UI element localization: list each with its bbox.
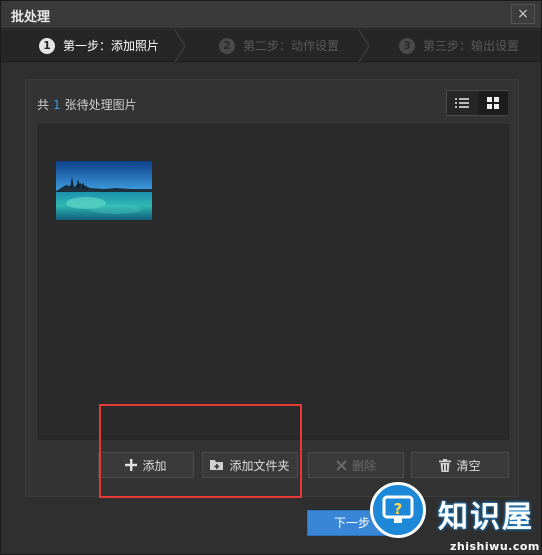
plus-icon — [125, 459, 138, 471]
window-title: 批处理 — [11, 10, 51, 25]
count-prefix: 共 — [37, 98, 50, 112]
watermark-url: zhishiwu.com — [450, 540, 540, 553]
x-icon — [336, 459, 347, 471]
add-button-label: 添加 — [142, 458, 167, 473]
step-2-number: 2 — [219, 37, 235, 54]
svg-text:?: ? — [394, 500, 403, 518]
step-indicator: 1 第一步：添加照片 2 第二步：动作设置 3 第三步：输出设置 — [1, 30, 541, 62]
batch-process-window: 批处理 × 1 第一步：添加照片 2 第二步：动作设置 3 第三步：输出设置 共 1 张待… — [0, 0, 542, 555]
next-step-button-label: 下一步 — [334, 516, 371, 530]
add-folder-button-label: 添加文件夹 — [229, 458, 290, 473]
title-bar: 批处理 × — [1, 1, 541, 29]
step-1: 1 第一步：添加照片 — [39, 30, 159, 62]
add-folder-icon — [210, 459, 224, 471]
step-separator-chevron-icon — [174, 30, 186, 62]
step-2: 2 第二步：动作设置 — [219, 30, 339, 62]
step-1-label: 第一步：添加照片 — [63, 39, 160, 53]
watermark-logo-icon: ? — [370, 482, 426, 538]
list-view-icon — [455, 98, 469, 108]
lake-landscape-photo — [56, 161, 152, 220]
photo-list-panel: 共 1 张待处理图片 添加 添加文件夹 删除 清空 — [25, 79, 519, 497]
close-icon: × — [517, 6, 529, 22]
step-3: 3 第三步：输出设置 — [399, 30, 519, 62]
step-2-label: 第二步：动作设置 — [243, 39, 340, 53]
watermark: ? 知识屋 zhishiwu.com — [366, 470, 542, 555]
step-1-number: 1 — [39, 37, 55, 54]
close-button[interactable]: × — [511, 4, 535, 24]
step-3-label: 第三步：输出设置 — [423, 39, 520, 53]
add-folder-button[interactable]: 添加文件夹 — [202, 452, 298, 478]
watermark-brand: 知识屋 — [438, 500, 534, 535]
image-thumbnail[interactable] — [56, 161, 152, 220]
count-suffix: 张待处理图片 — [64, 98, 137, 112]
add-button[interactable]: 添加 — [98, 452, 194, 478]
view-mode-toggle — [446, 90, 508, 116]
grid-view-icon — [487, 97, 499, 109]
list-view-button[interactable] — [447, 91, 477, 115]
step-separator-chevron-icon — [358, 30, 370, 62]
count-number: 1 — [53, 98, 61, 112]
image-thumbnail-area — [38, 124, 509, 440]
step-3-number: 3 — [399, 37, 415, 54]
grid-view-button[interactable] — [478, 91, 508, 115]
pending-image-count: 共 1 张待处理图片 — [37, 96, 137, 113]
